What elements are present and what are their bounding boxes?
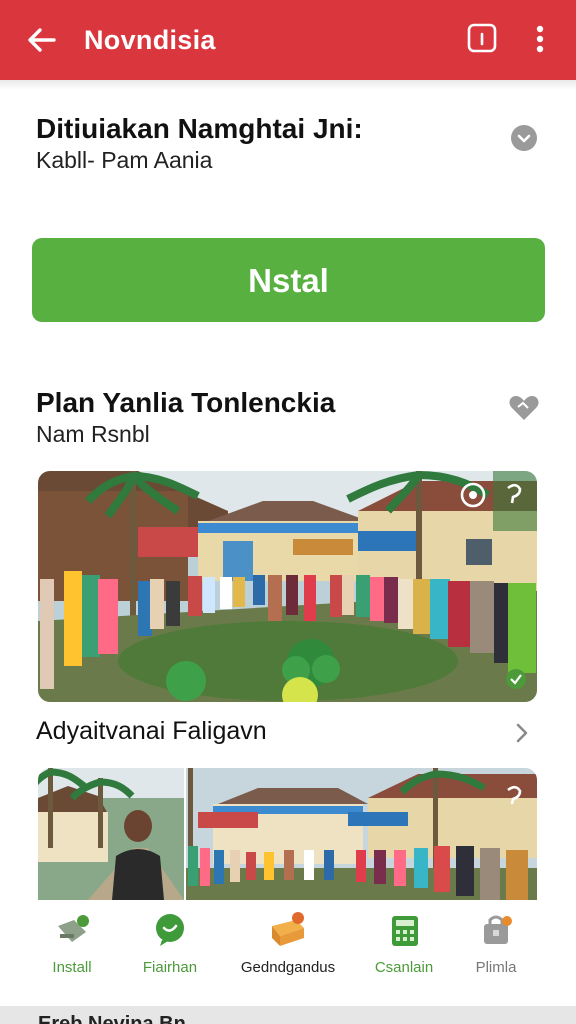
bag-icon bbox=[484, 915, 512, 944]
gallery-photo-street-scene[interactable] bbox=[38, 768, 537, 900]
bottom-peek-strip: Ereb.Nevina Bn bbox=[0, 1006, 576, 1024]
bottom-peek-text: Ereb.Nevina Bn bbox=[38, 1013, 186, 1024]
gallery-photo-village-gathering[interactable] bbox=[38, 471, 537, 702]
package-icon bbox=[272, 912, 304, 946]
nav-item-gedndgandus[interactable]: Gedndgandus bbox=[238, 910, 338, 978]
more-vertical-icon[interactable] bbox=[526, 22, 554, 58]
chevron-right-icon[interactable] bbox=[512, 720, 532, 746]
app-title: Novndisia bbox=[84, 25, 216, 55]
heart-icon[interactable] bbox=[508, 394, 540, 422]
section-title-2: Plan Yanlia Tonlenckia bbox=[36, 387, 336, 418]
section-title: Ditiuiakan Namghtai Jni: bbox=[36, 113, 363, 144]
nav-label-csanlain: Csanlain bbox=[374, 959, 434, 976]
nav-label-install: Install bbox=[52, 959, 92, 976]
nav-item-csanlain[interactable]: Csanlain bbox=[354, 910, 454, 978]
bottom-navigation: Install Fiairhan Gedndgandus Csanlain Pl… bbox=[0, 900, 576, 1004]
calculator-icon bbox=[392, 916, 418, 946]
section-subtitle-2: Nam Rsnbl bbox=[36, 421, 150, 447]
tag-icon bbox=[58, 915, 89, 942]
nav-item-fiairhan[interactable]: Fiairhan bbox=[120, 910, 220, 978]
village-scene-image bbox=[38, 471, 537, 702]
app-header: Novndisia bbox=[0, 0, 576, 80]
gallery-caption: Adyaitvanai Faligavn bbox=[36, 717, 267, 745]
info-box-icon[interactable] bbox=[466, 22, 498, 54]
nav-item-plimla[interactable]: Plimla bbox=[446, 910, 546, 978]
street-scene-image bbox=[38, 768, 537, 900]
chat-bubble-icon bbox=[156, 914, 184, 946]
header-shadow bbox=[0, 80, 576, 90]
nav-item-install[interactable]: Install bbox=[22, 910, 122, 978]
back-arrow-icon[interactable] bbox=[24, 22, 60, 58]
nav-label-plimla: Plimla bbox=[475, 959, 517, 976]
section-subtitle: Kabll- Pam Aania bbox=[36, 147, 213, 173]
nav-label-fiairhan: Fiairhan bbox=[142, 959, 198, 976]
nav-label-gedndgandus: Gedndgandus bbox=[240, 959, 336, 976]
install-button[interactable]: Nstal bbox=[32, 238, 545, 322]
expand-chevron-icon[interactable] bbox=[511, 125, 537, 151]
